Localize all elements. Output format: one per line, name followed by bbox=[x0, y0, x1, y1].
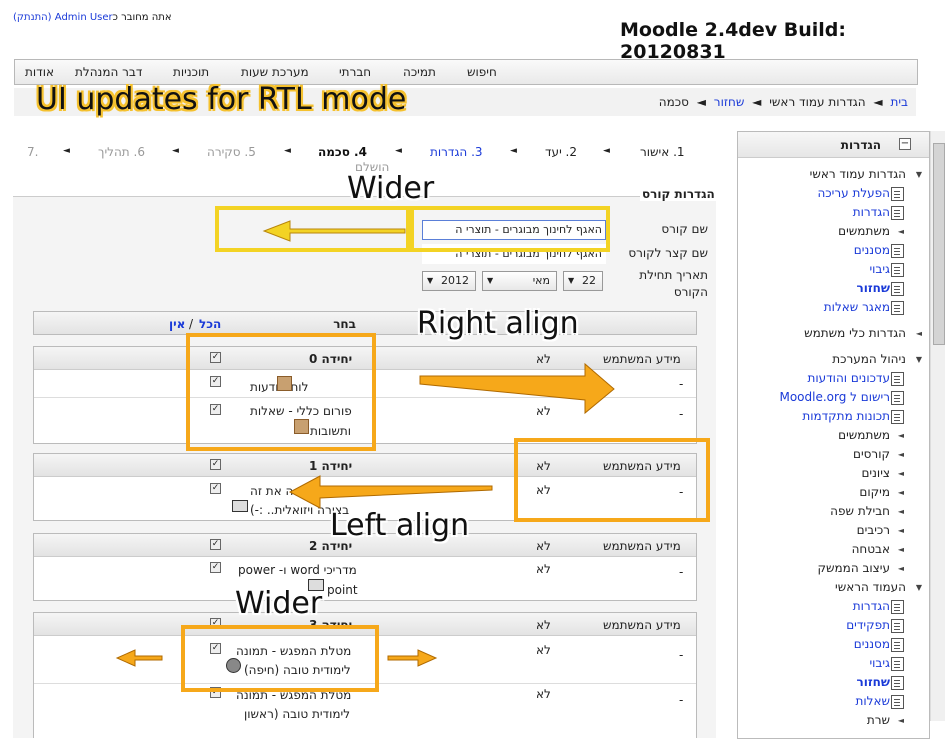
arrow-right-icon bbox=[419, 362, 615, 415]
arrow-left-icon bbox=[288, 475, 493, 509]
arrow-left-icon bbox=[262, 220, 406, 242]
annotation-arrows bbox=[115, 220, 615, 667]
arrow-left-icon bbox=[115, 649, 163, 667]
arrow-right-icon bbox=[387, 649, 438, 667]
